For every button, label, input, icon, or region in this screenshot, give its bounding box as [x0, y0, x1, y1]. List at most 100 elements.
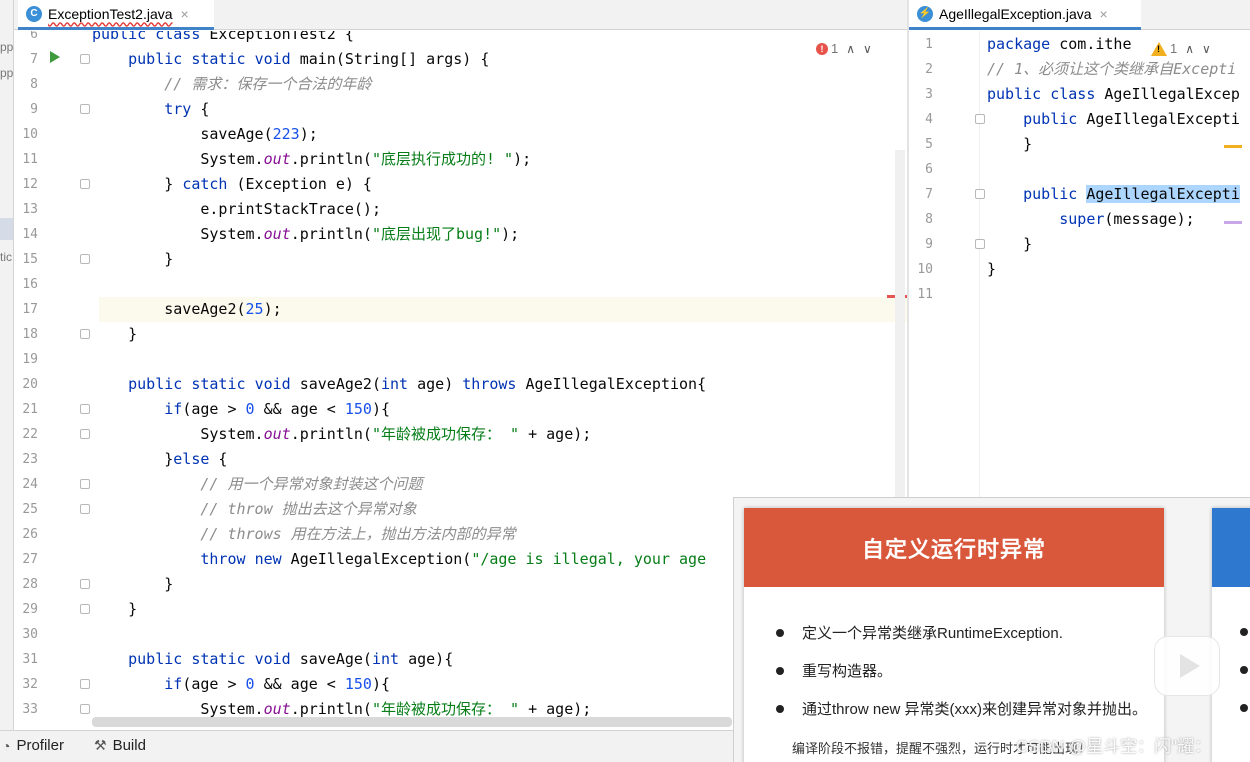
- chevron-down-icon[interactable]: ∨: [863, 42, 872, 56]
- fold-marker[interactable]: [80, 429, 90, 439]
- slide-bullet-text: 通过throw new 异常类(xxx)来创建异常对象并抛出。: [802, 701, 1148, 718]
- fold-marker[interactable]: [80, 579, 90, 589]
- bullet-dot: [776, 704, 784, 713]
- chevron-up-icon[interactable]: ∧: [846, 42, 855, 56]
- code-line[interactable]: }: [92, 322, 137, 347]
- line-number: 19: [22, 352, 38, 367]
- line-number: 8: [925, 212, 933, 227]
- fold-marker[interactable]: [80, 179, 90, 189]
- line-number: 10: [22, 127, 38, 142]
- inspection-widget[interactable]: ! 1 ∧ ∨: [816, 41, 872, 56]
- fold-marker[interactable]: [80, 54, 90, 64]
- code-line[interactable]: System.out.println("年龄被成功保存： " + age);: [92, 422, 591, 447]
- code-line[interactable]: }: [987, 132, 1032, 157]
- line-number: 24: [22, 477, 38, 492]
- chevron-down-icon[interactable]: ∨: [1202, 42, 1211, 56]
- fold-marker[interactable]: [80, 704, 90, 714]
- line-number: 23: [22, 452, 38, 467]
- code-line[interactable]: } catch (Exception e) {: [92, 172, 372, 197]
- warning-icon: !: [1151, 41, 1167, 56]
- line-number: 2: [925, 62, 933, 77]
- fold-marker[interactable]: [975, 189, 985, 199]
- code-line[interactable]: }: [92, 597, 137, 622]
- horizontal-scrollbar[interactable]: [92, 717, 732, 727]
- hammer-icon: ⚒: [94, 737, 107, 753]
- code-line[interactable]: public static void main(String[] args) {: [92, 47, 489, 72]
- right-editor[interactable]: ! 1 ∧ ∨ 1 2 3 4 5 6 7 8 9 10 11 package c…: [909, 31, 1250, 501]
- slide-card: 自定义运行时异常 定义一个异常类继承RuntimeException. 重写构造…: [744, 508, 1164, 762]
- fold-marker[interactable]: [80, 479, 90, 489]
- inspection-widget[interactable]: ! 1 ∧ ∨: [1151, 41, 1211, 56]
- error-icon: !: [816, 42, 828, 55]
- line-number: 28: [22, 577, 38, 592]
- line-number: 31: [22, 652, 38, 667]
- code-line[interactable]: // 用一个异常对象封装这个问题: [92, 472, 422, 497]
- code-line[interactable]: // 需求：保存一个合法的年龄: [92, 72, 371, 97]
- code-line[interactable]: throw new AgeIllegalException("/age is i…: [92, 547, 706, 572]
- slide-bullet: 通过throw new 异常类(xxx)来创建异常对象并抛出。: [776, 698, 1147, 719]
- code-line[interactable]: // throws 用在方法上，抛出方法内部的异常: [92, 522, 515, 547]
- line-number: 8: [30, 77, 38, 92]
- line-number: 32: [22, 677, 38, 692]
- code-line[interactable]: public class ExceptionTest2 {: [92, 31, 354, 47]
- line-number: 30: [22, 627, 38, 642]
- slide-bullet-text: 重写构造器。: [802, 663, 893, 680]
- profiler-button[interactable]: ◔ Profiler: [2, 737, 64, 754]
- fold-marker[interactable]: [80, 504, 90, 514]
- fold-marker[interactable]: [80, 104, 90, 114]
- usage-stripe-mark[interactable]: [1224, 221, 1242, 224]
- code-line[interactable]: }: [987, 232, 1032, 257]
- line-number: 11: [917, 287, 933, 302]
- line-number: 29: [22, 602, 38, 617]
- code-line[interactable]: System.out.println("底层执行成功的! ");: [92, 147, 531, 172]
- play-icon[interactable]: [1154, 636, 1220, 696]
- code-line[interactable]: public AgeIllegalExcepti: [987, 182, 1240, 207]
- close-icon[interactable]: ×: [181, 6, 189, 22]
- warning-count: 1: [1170, 41, 1178, 56]
- fold-marker[interactable]: [975, 114, 985, 124]
- fold-marker[interactable]: [80, 254, 90, 264]
- code-line[interactable]: public AgeIllegalExcepti: [987, 107, 1240, 132]
- line-number: 13: [22, 202, 38, 217]
- line-number: 7: [30, 52, 38, 67]
- fold-marker[interactable]: [975, 239, 985, 249]
- code-line[interactable]: e.printStackTrace();: [92, 197, 381, 222]
- line-number: 15: [22, 252, 38, 267]
- code-line[interactable]: }: [987, 257, 996, 282]
- fold-marker[interactable]: [80, 404, 90, 414]
- project-panel-strip[interactable]: pp pp tic: [0, 0, 14, 730]
- code-line[interactable]: saveAge2(25);: [92, 297, 281, 322]
- build-button[interactable]: ⚒ Build: [94, 737, 146, 754]
- fold-marker[interactable]: [80, 604, 90, 614]
- code-line[interactable]: // throw 抛出去这个异常对象: [92, 497, 416, 522]
- fold-marker[interactable]: [80, 679, 90, 689]
- line-number: 6: [30, 31, 38, 42]
- fold-marker[interactable]: [80, 329, 90, 339]
- code-line[interactable]: }else {: [92, 447, 227, 472]
- code-line[interactable]: public class AgeIllegalExcep: [987, 82, 1240, 107]
- code-line[interactable]: public static void saveAge(int age){: [92, 647, 453, 672]
- code-line[interactable]: try {: [92, 97, 209, 122]
- code-line[interactable]: System.out.println("年龄被成功保存： " + age);: [92, 697, 591, 717]
- code-line[interactable]: package com.ithe: [987, 32, 1132, 57]
- warning-stripe-mark[interactable]: [1224, 145, 1242, 148]
- code-line[interactable]: if(age > 0 && age < 150){: [92, 397, 390, 422]
- code-line[interactable]: if(age > 0 && age < 150){: [92, 672, 390, 697]
- left-tab-bar: C ExceptionTest2.java ×: [14, 0, 907, 30]
- code-line[interactable]: saveAge(223);: [92, 122, 317, 147]
- code-line[interactable]: }: [92, 247, 173, 272]
- line-number: 10: [917, 262, 933, 277]
- slide-bullet: 定义一个异常类继承RuntimeException.: [776, 622, 1063, 643]
- vertical-scrollbar[interactable]: [895, 150, 905, 500]
- tab-exceptiontest2[interactable]: C ExceptionTest2.java ×: [18, 0, 214, 30]
- chevron-up-icon[interactable]: ∧: [1185, 42, 1194, 56]
- code-line[interactable]: super(message);: [987, 207, 1194, 232]
- code-line[interactable]: // 1、必须让这个类继承自Excepti: [987, 57, 1236, 82]
- code-line[interactable]: }: [92, 572, 173, 597]
- tab-ageillegalexception[interactable]: ⚡ AgeIllegalException.java ×: [909, 0, 1141, 30]
- code-line[interactable]: public static void saveAge2(int age) thr…: [92, 372, 706, 397]
- run-icon[interactable]: [50, 51, 60, 63]
- line-number: 17: [22, 302, 38, 317]
- close-icon[interactable]: ×: [1100, 6, 1108, 22]
- code-line[interactable]: System.out.println("底层出现了bug!");: [92, 222, 519, 247]
